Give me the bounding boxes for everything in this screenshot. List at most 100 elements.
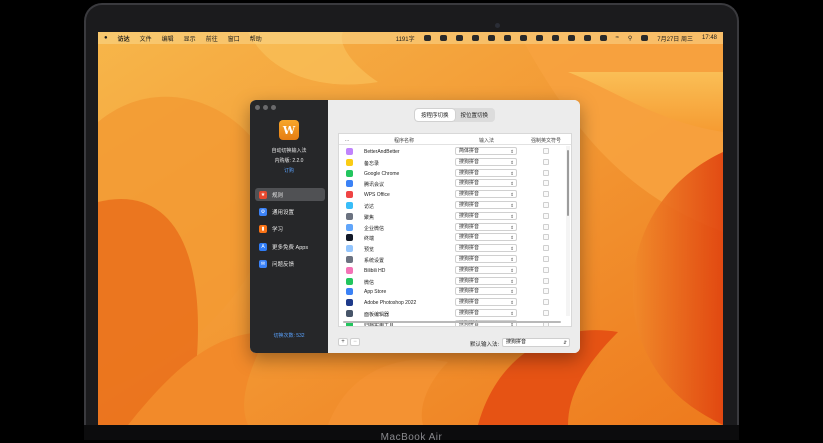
table-row[interactable]: 终端 搜狗拼音 ⇕ — [339, 232, 565, 243]
force-english-checkbox[interactable] — [543, 277, 549, 284]
tab-by-location[interactable]: 按位置切换 — [455, 109, 495, 121]
status-area: 1191字 ≈ ⚲ 7月27日 周三 17:48 — [387, 34, 717, 43]
ime-select[interactable]: 搜狗拼音 ⇕ — [455, 211, 517, 220]
chevron-updown-icon: ⇕ — [510, 246, 514, 252]
sidebar-item-rules[interactable]: ★ 规则 — [255, 188, 325, 201]
table-row[interactable]: 系统设置 搜狗拼音 ⇕ — [339, 254, 565, 265]
table-row[interactable]: BetterAndBetter 简体拼音 ⇕ — [339, 146, 565, 157]
force-english-checkbox[interactable] — [543, 288, 549, 295]
sidebar-item-more-apps[interactable]: A 更多免费 Apps — [255, 240, 325, 253]
ime-select[interactable]: 搜狗拼音 ⇕ — [455, 233, 517, 242]
default-ime-select[interactable]: 搜狗拼音 ⇵ — [502, 338, 570, 347]
status-icon[interactable] — [567, 35, 575, 41]
table-row[interactable]: 面板编辑器 搜狗拼音 ⇕ — [339, 308, 565, 319]
sidebar-item-general-settings[interactable]: ⚙ 通用设置 — [255, 205, 325, 218]
ime-select[interactable]: 搜狗拼音 ⇕ — [455, 179, 517, 188]
ime-select[interactable]: 搜狗拼音 ⇕ — [455, 265, 517, 274]
horizontal-scrollbar[interactable] — [343, 321, 561, 323]
chevron-updown-icon: ⇕ — [510, 257, 514, 262]
table-row[interactable]: 腾讯会议 搜狗拼音 ⇕ — [339, 178, 565, 189]
ime-select[interactable]: 搜狗拼音 ⇕ — [455, 244, 517, 253]
table-row[interactable]: Bilibili HD 搜狗拼音 ⇕ — [339, 265, 565, 276]
menu-edit[interactable]: 编辑 — [162, 34, 174, 43]
table-row[interactable]: 预览 搜狗拼音 ⇕ — [339, 243, 565, 254]
ime-value: 搜狗拼音 — [459, 266, 480, 273]
force-english-checkbox[interactable] — [543, 223, 549, 230]
vertical-scrollbar-thumb[interactable] — [567, 150, 569, 216]
status-icon[interactable] — [455, 35, 463, 41]
tab-by-app[interactable]: 按程序切换 — [415, 109, 455, 121]
force-english-checkbox[interactable] — [543, 148, 549, 154]
table-row[interactable]: WPS Office 搜狗拼音 ⇕ — [339, 189, 565, 200]
status-icon[interactable] — [503, 35, 511, 41]
ime-select[interactable]: 简体拼音 ⇕ — [455, 147, 517, 155]
menu-window[interactable]: 窗口 — [228, 34, 240, 43]
table-row[interactable]: 企业微信 搜狗拼音 ⇕ — [339, 222, 565, 233]
subscribe-link[interactable]: 订购 — [250, 167, 328, 174]
ime-select[interactable]: 搜狗拼音 ⇕ — [455, 276, 517, 285]
status-icon[interactable] — [519, 35, 527, 41]
status-icon[interactable] — [583, 35, 591, 41]
zoom-button[interactable] — [271, 105, 276, 110]
column-header-force-english[interactable]: 强制英文符号 — [531, 137, 561, 144]
table-row[interactable]: 聚焦 搜狗拼音 ⇕ — [339, 211, 565, 222]
ime-select[interactable]: 搜狗拼音 ⇕ — [455, 255, 517, 263]
sidebar-item-learn[interactable]: ▮ 学习 — [255, 222, 325, 235]
app-name: 访达 — [364, 204, 375, 210]
menu-time[interactable]: 17:48 — [702, 35, 717, 41]
add-button[interactable]: + — [338, 338, 348, 346]
table-row[interactable]: 访达 搜狗拼音 ⇕ — [339, 200, 565, 211]
force-english-checkbox[interactable] — [543, 191, 549, 198]
force-english-checkbox[interactable] — [543, 266, 549, 273]
ime-select[interactable]: 搜狗拼音 ⇕ — [455, 309, 517, 317]
table-row[interactable]: App Store 搜狗拼音 ⇕ — [339, 286, 565, 297]
table-row[interactable]: 微信 搜狗拼音 ⇕ — [339, 276, 565, 287]
word-count[interactable]: 1191字 — [396, 34, 415, 43]
status-icon[interactable] — [439, 35, 447, 41]
control-center-icon[interactable] — [641, 35, 649, 41]
force-english-checkbox[interactable] — [543, 234, 549, 241]
column-header-app-name[interactable]: 程序名称 — [394, 137, 414, 144]
force-english-checkbox[interactable] — [543, 299, 549, 306]
force-english-checkbox[interactable] — [543, 202, 549, 208]
menu-view[interactable]: 显示 — [184, 34, 196, 43]
status-icon[interactable] — [599, 35, 607, 41]
search-icon[interactable]: ⚲ — [628, 35, 632, 42]
column-header-ime[interactable]: 输入法 — [479, 137, 494, 144]
ime-select[interactable]: 搜狗拼音 ⇕ — [455, 298, 517, 307]
ime-select[interactable]: 搜狗拼音 ⇕ — [455, 201, 517, 209]
table-row[interactable]: 备忘录 搜狗拼音 ⇕ — [339, 157, 565, 168]
ime-select[interactable]: 搜狗拼音 ⇕ — [455, 222, 517, 231]
minimize-button[interactable] — [263, 105, 268, 110]
ime-select[interactable]: 搜狗拼音 ⇕ — [455, 157, 517, 166]
sidebar-item-feedback[interactable]: ✉ 问题反馈 — [255, 257, 325, 270]
force-english-checkbox[interactable] — [543, 310, 549, 316]
ime-select[interactable]: 搜狗拼音 ⇕ — [455, 168, 517, 177]
cloud-icon[interactable] — [471, 35, 479, 41]
chevron-updown-icon: ⇵ — [563, 340, 567, 345]
table-row[interactable]: Adobe Photoshop 2022 搜狗拼音 ⇕ — [339, 297, 565, 308]
status-icon[interactable] — [535, 35, 543, 41]
wifi-icon[interactable]: ≈ — [616, 35, 619, 41]
status-icon[interactable] — [423, 35, 431, 41]
close-button[interactable] — [255, 105, 260, 110]
force-english-checkbox[interactable] — [543, 245, 549, 252]
force-english-checkbox[interactable] — [543, 212, 549, 219]
status-icon[interactable] — [551, 35, 559, 41]
force-english-checkbox[interactable] — [543, 158, 549, 165]
battery-icon[interactable] — [487, 35, 495, 41]
force-english-checkbox[interactable] — [543, 256, 549, 262]
ime-select[interactable]: 搜狗拼音 ⇕ — [455, 287, 517, 296]
force-english-checkbox[interactable] — [543, 169, 549, 176]
table-row[interactable]: Google Chrome 搜狗拼音 ⇕ — [339, 168, 565, 179]
menu-help[interactable]: 帮助 — [250, 34, 262, 43]
remove-button[interactable]: − — [350, 338, 360, 346]
menu-go[interactable]: 前往 — [206, 34, 218, 43]
menu-date[interactable]: 7月27日 周三 — [657, 34, 693, 43]
column-header-more[interactable]: ... — [345, 137, 349, 143]
apple-icon[interactable]: ● — [104, 35, 108, 41]
ime-select[interactable]: 搜狗拼音 ⇕ — [455, 190, 517, 199]
force-english-checkbox[interactable] — [543, 180, 549, 187]
menu-file[interactable]: 文件 — [140, 34, 152, 43]
menu-app-name[interactable]: 访达 — [118, 34, 130, 43]
